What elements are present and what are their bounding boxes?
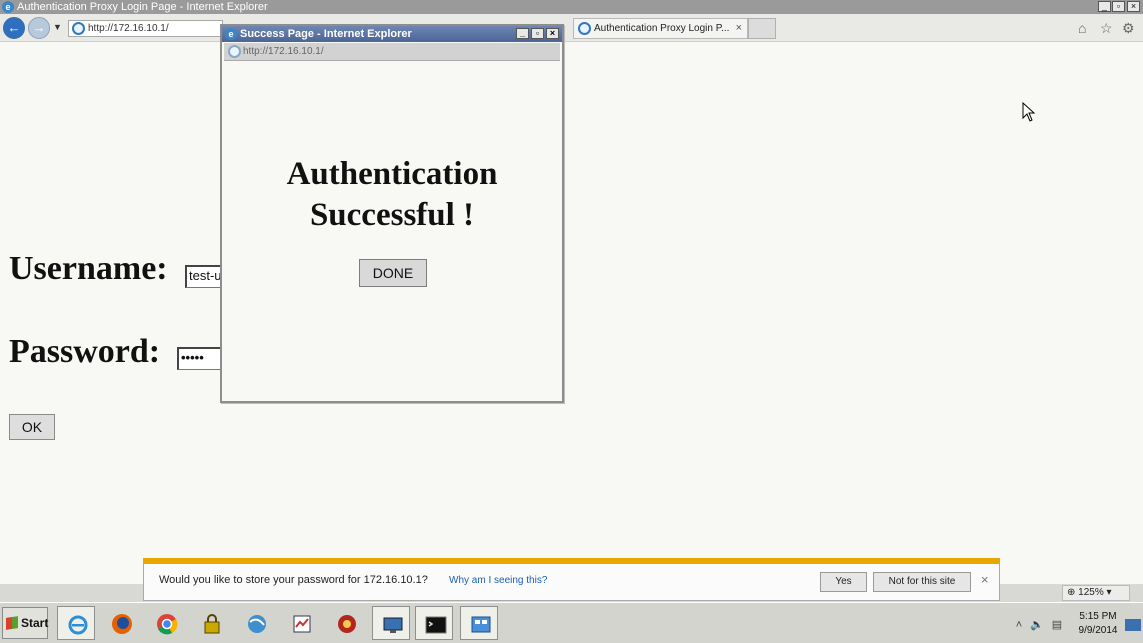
windows-flag-icon	[6, 616, 18, 630]
restore-button[interactable]: ▫	[1112, 1, 1125, 12]
ok-button[interactable]: OK	[9, 414, 55, 440]
navigation-bar: ← → ▼ http://172.16.10.1/ Authentication…	[0, 14, 1143, 42]
remote-desktop-icon	[383, 617, 403, 633]
popup-maximize-button[interactable]: ▫	[531, 28, 544, 39]
gear-icon[interactable]: ⚙	[1122, 21, 1135, 35]
tab-page-icon	[578, 22, 591, 35]
tab-authentication-proxy[interactable]: Authentication Proxy Login P... ×	[573, 18, 748, 39]
mouse-cursor-icon	[1022, 102, 1036, 122]
forward-button[interactable]: →	[28, 17, 50, 39]
not-for-this-site-button[interactable]: Not for this site	[873, 572, 971, 592]
notification-close-icon[interactable]: ×	[981, 572, 989, 587]
popup-title: Success Page - Internet Explorer	[240, 28, 412, 40]
yes-button[interactable]: Yes	[820, 572, 867, 592]
zoom-control[interactable]: ⊕ 125% ▾	[1062, 585, 1130, 601]
success-message: Authentication Successful !	[222, 154, 562, 236]
new-tab-button[interactable]	[748, 18, 776, 39]
taskbar-network[interactable]	[237, 606, 275, 640]
popup-minimize-button[interactable]: _	[516, 28, 529, 39]
control-panel-icon	[471, 616, 491, 633]
success-message-line2: Successful !	[309, 197, 475, 233]
popup-address-text: http://172.16.10.1/	[243, 46, 324, 57]
start-button[interactable]: Start	[2, 607, 48, 639]
zoom-dropdown-icon: ▾	[1103, 587, 1112, 598]
start-label: Start	[21, 616, 49, 630]
address-bar[interactable]: http://172.16.10.1/	[68, 20, 223, 37]
favorites-star-icon[interactable]: ☆	[1100, 21, 1113, 35]
chrome-icon	[157, 614, 178, 635]
done-button[interactable]: DONE	[359, 259, 427, 287]
why-am-i-seeing-this-link[interactable]: Why am I seeing this?	[449, 575, 547, 586]
network-globe-icon	[248, 615, 266, 633]
minimize-button[interactable]: _	[1098, 1, 1111, 12]
tab-close-icon[interactable]: ×	[736, 19, 742, 38]
taskbar-chrome[interactable]	[147, 606, 185, 640]
firefox-icon	[112, 614, 132, 634]
popup-title-bar: e Success Page - Internet Explorer _ ▫ ×	[222, 26, 562, 42]
clock-time: 5:15 PM	[1079, 611, 1117, 622]
window-title-bar: e Authentication Proxy Login Page - Inte…	[0, 0, 1143, 14]
username-label: Username:	[9, 250, 168, 287]
taskbar-firefox[interactable]	[102, 606, 140, 640]
home-icon[interactable]: ⌂	[1078, 21, 1086, 35]
page-icon	[72, 22, 85, 35]
command-prompt-icon	[425, 616, 447, 634]
taskbar-keychain[interactable]	[192, 606, 230, 640]
popup-ie-icon: e	[225, 28, 237, 40]
window-title: Authentication Proxy Login Page - Intern…	[17, 1, 268, 13]
notification-message: Would you like to store your password fo…	[159, 574, 428, 586]
popup-address-bar: http://172.16.10.1/	[224, 43, 560, 61]
taskbar-control-panel[interactable]	[460, 606, 498, 640]
taskbar-internet-explorer[interactable]	[57, 606, 95, 640]
taskbar-remote-desktop[interactable]	[372, 606, 410, 640]
success-popup-window: e Success Page - Internet Explorer _ ▫ ×…	[220, 24, 564, 403]
internet-explorer-icon	[68, 615, 88, 635]
password-label: Password:	[9, 333, 161, 370]
volume-icon[interactable]: 🔈	[1030, 619, 1044, 631]
zoom-level: 125%	[1078, 587, 1104, 598]
lock-icon	[204, 614, 220, 634]
internet-explorer-icon: e	[2, 1, 14, 13]
taskbar: Start ˄ 🔈 ▤ 5:15 PM 9/9/2014	[0, 602, 1143, 643]
show-hidden-icons-icon[interactable]: ˄	[1012, 619, 1026, 631]
close-button[interactable]: ×	[1127, 1, 1140, 12]
taskbar-avast[interactable]	[327, 606, 365, 640]
zoom-icon: ⊕	[1067, 587, 1079, 598]
task-manager-icon	[293, 615, 311, 633]
success-message-line1: Authentication	[286, 156, 498, 192]
history-dropdown-icon[interactable]: ▼	[53, 22, 62, 32]
password-notification-bar: Would you like to store your password fo…	[143, 558, 1000, 601]
taskbar-command-prompt[interactable]	[415, 606, 453, 640]
taskbar-task-manager[interactable]	[282, 606, 320, 640]
show-desktop-icon[interactable]	[1125, 619, 1141, 631]
address-text: http://172.16.10.1/	[88, 23, 169, 34]
network-tray-icon[interactable]: ▤	[1050, 619, 1064, 631]
popup-close-button[interactable]: ×	[546, 28, 559, 39]
avast-shield-icon	[338, 615, 356, 633]
tab-title: Authentication Proxy Login P...	[594, 23, 730, 34]
clock-date: 9/9/2014	[1078, 625, 1118, 636]
back-button[interactable]: ←	[3, 17, 25, 39]
clock[interactable]: 5:15 PM 9/9/2014	[1070, 610, 1126, 638]
popup-page-icon	[228, 45, 241, 58]
